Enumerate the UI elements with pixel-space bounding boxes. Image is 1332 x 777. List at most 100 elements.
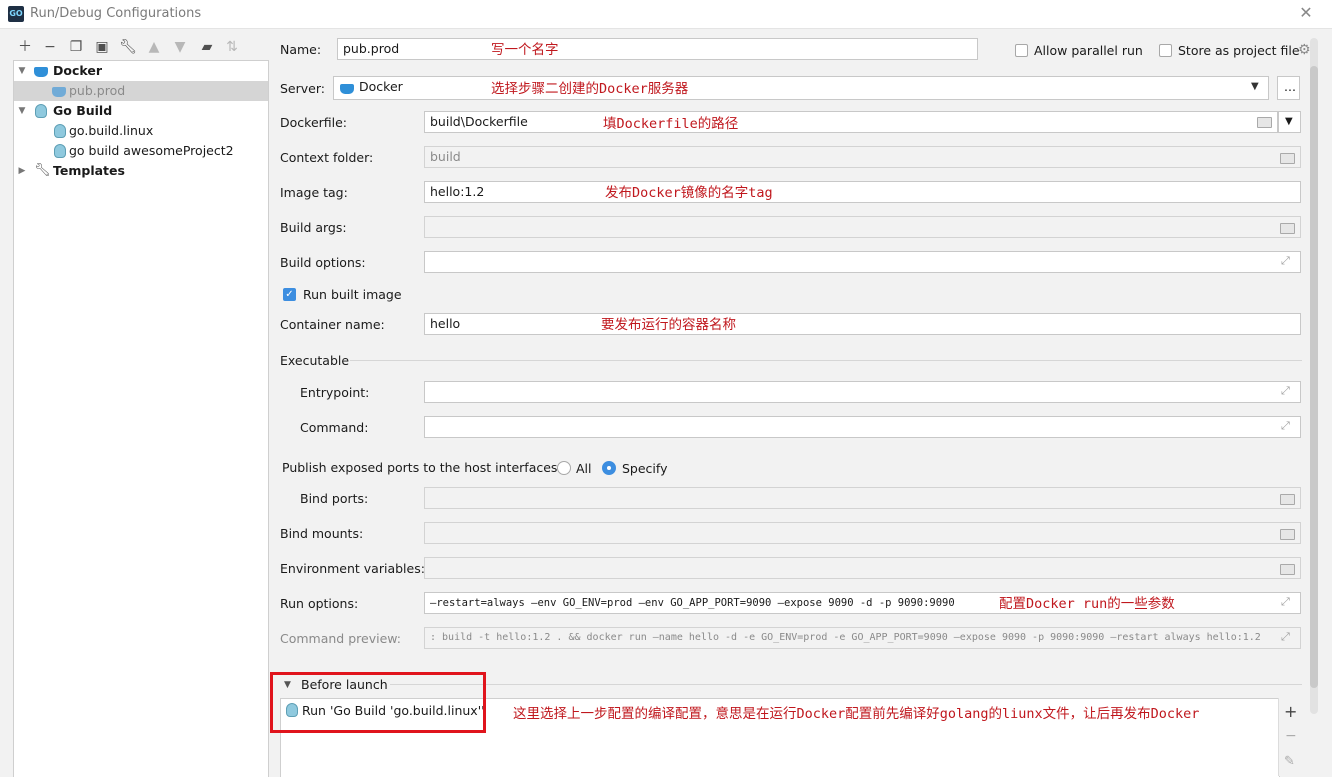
expand-icon[interactable]: ⤢ [1281, 595, 1290, 609]
annotation-before-launch: 这里选择上一步配置的编译配置，意思是在运行Docker配置前先编译好golang… [513, 706, 1200, 722]
image-tag-label: Image tag: [280, 185, 348, 200]
bind-ports-label: Bind ports: [300, 491, 369, 506]
expand-icon[interactable]: ⤢ [1281, 419, 1290, 433]
move-down-icon[interactable]: ▼ [170, 38, 190, 56]
server-label: Server: [280, 81, 325, 96]
build-args-label: Build args: [280, 220, 347, 235]
bind-ports-input[interactable] [424, 487, 1301, 509]
dockerfile-input[interactable]: build\Dockerfile [424, 111, 1278, 133]
server-more-button[interactable]: ... [1277, 76, 1300, 100]
run-built-image-label: Run built image [303, 287, 402, 302]
tree-item-go-build[interactable]: ▼ Go Build [14, 101, 268, 121]
tree-item-templates[interactable]: ▶ 🔧︎ Templates [14, 161, 268, 181]
folder-icon[interactable] [1257, 117, 1272, 128]
publish-all-radio[interactable] [557, 461, 571, 475]
publish-specify-radio[interactable] [602, 461, 616, 475]
sort-icon[interactable]: ⇅ [222, 38, 242, 56]
build-args-input[interactable] [424, 216, 1301, 238]
executable-section-title: Executable [280, 353, 350, 368]
copy-icon[interactable]: ❐ [66, 38, 86, 56]
expand-icon[interactable]: ⤢ [1281, 384, 1290, 398]
tree-item-label: go build awesomeProject2 [69, 143, 234, 158]
chevron-down-icon[interactable]: ▼ [1251, 81, 1259, 92]
dockerfile-label: Dockerfile: [280, 115, 348, 130]
environment-variables-label: Environment variables: [280, 561, 425, 576]
server-value: Docker [359, 79, 403, 94]
go-gopher-icon [54, 144, 66, 158]
command-label: Command: [300, 420, 369, 435]
command-preview-label: Command preview: [280, 631, 402, 646]
new-folder-icon[interactable]: ▰ [197, 38, 217, 56]
store-project-checkbox[interactable] [1159, 44, 1172, 57]
wrench-icon[interactable]: 🔧︎ [118, 38, 138, 56]
scrollbar-thumb[interactable] [1310, 66, 1318, 688]
build-options-label: Build options: [280, 255, 366, 270]
tree-item-label: Templates [53, 163, 125, 178]
tree-item-label: Docker [53, 63, 102, 78]
gear-icon[interactable]: ⚙ [1298, 42, 1311, 58]
tree-item-label: pub.prod [69, 83, 126, 98]
run-built-image-checkbox[interactable]: ✓ [283, 288, 296, 301]
section-divider [390, 684, 1302, 685]
container-name-input[interactable]: hello [424, 313, 1301, 335]
annotation-name: 写一个名字 [491, 42, 559, 58]
folder-icon[interactable] [1280, 223, 1295, 234]
tree-item-label: go.build.linux [69, 123, 154, 138]
entrypoint-input[interactable] [424, 381, 1301, 403]
window-title: Run/Debug Configurations [30, 6, 202, 21]
folder-icon[interactable] [1280, 494, 1295, 505]
app-icon: GO [8, 6, 24, 22]
add-icon[interactable]: + [1284, 702, 1297, 721]
tree-item-go-build-linux[interactable]: go.build.linux [14, 121, 268, 141]
name-input[interactable]: pub.prod [337, 38, 978, 60]
store-project-label: Store as project file [1178, 43, 1300, 58]
folder-icon[interactable] [1280, 564, 1295, 575]
image-tag-input[interactable]: hello:1.2 [424, 181, 1301, 203]
expand-icon[interactable]: ⤢ [1281, 630, 1290, 644]
allow-parallel-checkbox[interactable] [1015, 44, 1028, 57]
context-folder-label: Context folder: [280, 150, 374, 165]
container-name-label: Container name: [280, 317, 385, 332]
add-icon[interactable]: ＋ [15, 38, 35, 56]
annotation-container: 要发布运行的容器名称 [601, 317, 736, 333]
command-preview-text: : build -t hello:1.2 . && docker run —na… [424, 627, 1301, 649]
annotation-dockerfile: 填Dockerfile的路径 [603, 116, 739, 132]
close-icon[interactable]: ✕ [1296, 3, 1316, 23]
save-icon[interactable]: ▣ [92, 38, 112, 56]
expand-icon[interactable]: ⤢ [1281, 254, 1290, 268]
annotation-server: 选择步骤二创建的Docker服务器 [491, 81, 689, 97]
folder-icon[interactable] [1280, 153, 1295, 164]
collapse-arrow-icon[interactable]: ▶ [16, 161, 28, 181]
tree-item-docker[interactable]: ▼ Docker [14, 61, 268, 81]
expand-arrow-icon[interactable]: ▼ [16, 101, 28, 121]
annotation-image-tag: 发布Docker镜像的名字tag [605, 185, 773, 201]
publish-specify-label: Specify [622, 461, 668, 476]
dockerfile-dropdown-button[interactable]: ▼ [1278, 111, 1301, 133]
build-options-input[interactable] [424, 251, 1301, 273]
chevron-down-icon: ▼ [1285, 116, 1293, 127]
bind-mounts-input[interactable] [424, 522, 1301, 544]
allow-parallel-label: Allow parallel run [1034, 43, 1143, 58]
folder-icon[interactable] [1280, 529, 1295, 540]
highlight-box [270, 672, 486, 733]
context-folder-input[interactable]: build [424, 146, 1301, 168]
docker-icon [52, 87, 66, 97]
tree-item-pub-prod[interactable]: pub.prod [14, 81, 268, 101]
docker-icon [340, 84, 354, 94]
wrench-icon: 🔧︎ [34, 163, 51, 178]
publish-ports-label: Publish exposed ports to the host interf… [282, 460, 562, 475]
name-label: Name: [280, 42, 322, 57]
command-input[interactable] [424, 416, 1301, 438]
tree-item-go-build-awesome[interactable]: go build awesomeProject2 [14, 141, 268, 161]
remove-icon[interactable]: − [40, 38, 60, 56]
move-up-icon[interactable]: ▲ [144, 38, 164, 56]
environment-variables-input[interactable] [424, 557, 1301, 579]
remove-icon[interactable]: − [1285, 728, 1297, 744]
edit-pencil-icon[interactable]: ✎ [1284, 754, 1295, 769]
docker-icon [34, 67, 48, 77]
expand-arrow-icon[interactable]: ▼ [16, 61, 28, 81]
go-gopher-icon [54, 124, 66, 138]
tree-item-label: Go Build [53, 103, 113, 118]
configuration-tree: ▼ Docker pub.prod ▼ Go Build go.build.li… [13, 60, 269, 777]
server-select[interactable]: Docker [333, 76, 1269, 100]
